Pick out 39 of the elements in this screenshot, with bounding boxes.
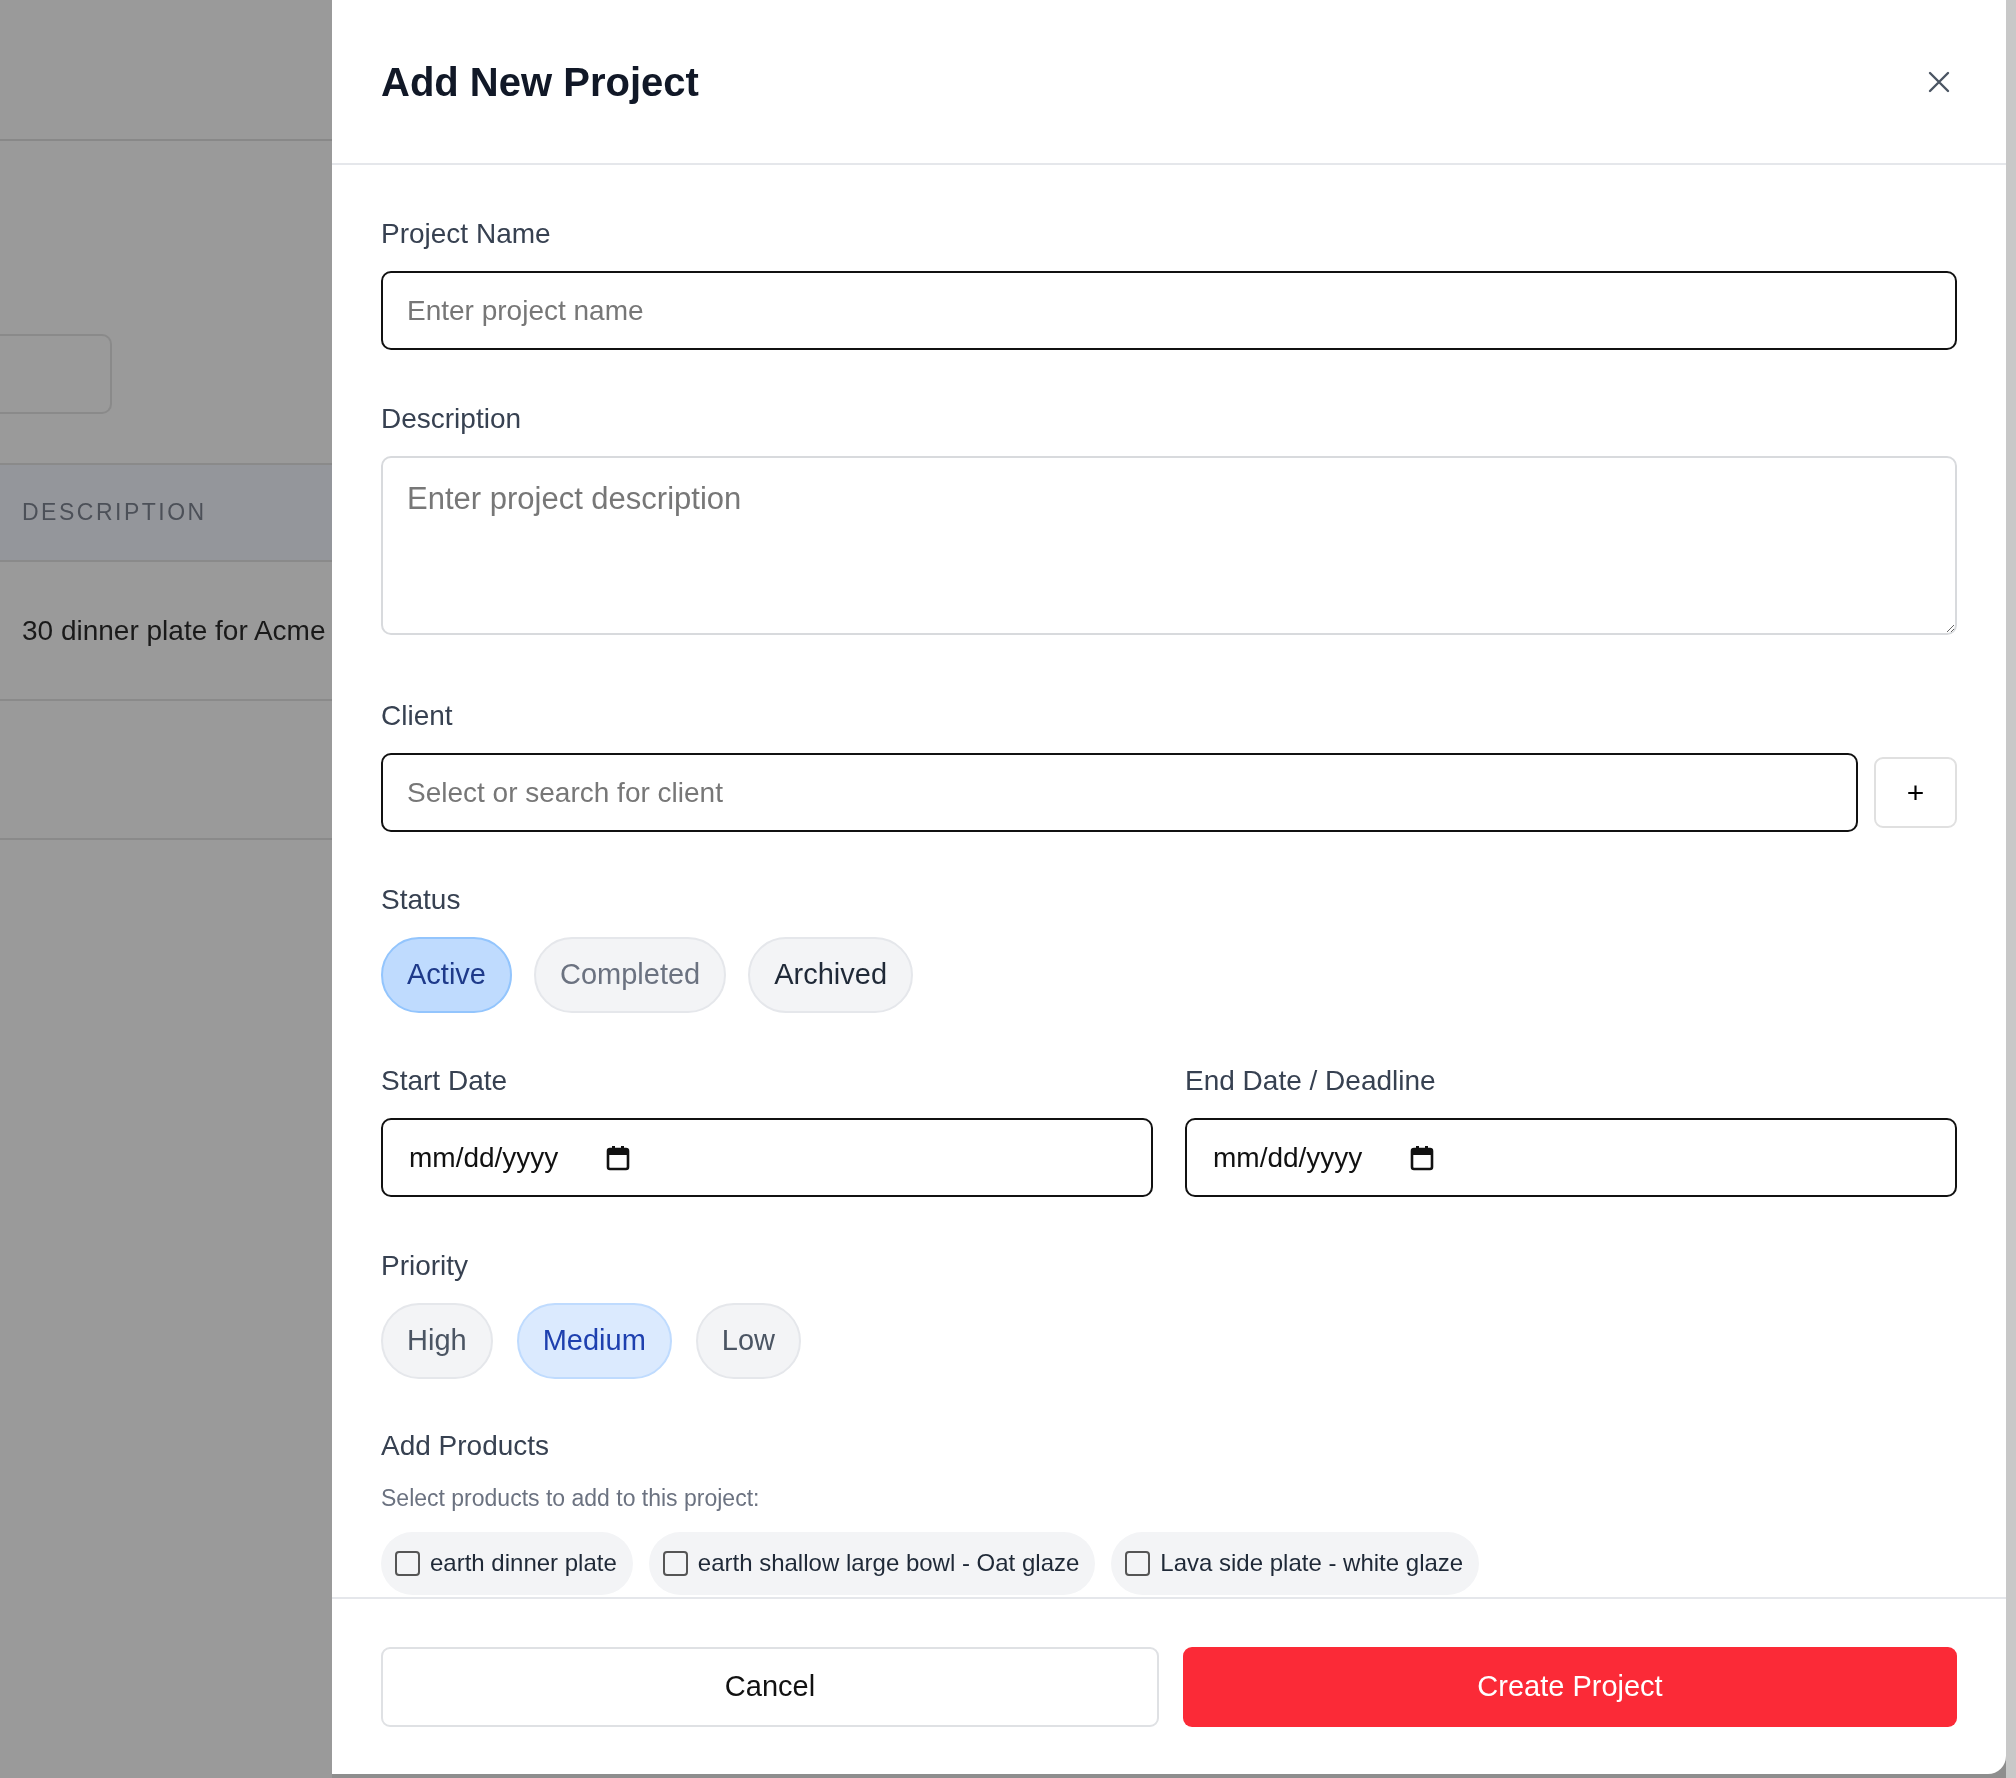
checkbox-label: Lava side plate - white glaze [1160,1548,1464,1578]
calendar-icon[interactable] [606,1144,631,1171]
create-project-button[interactable]: Create Project [1183,1647,1957,1727]
calendar-icon[interactable] [1410,1144,1435,1171]
date-placeholder: mm/dd/yyyy [1213,1140,1363,1175]
date-input[interactable]: mm/dd/yyyy [381,1118,1153,1197]
date-placeholder: mm/dd/yyyy [409,1140,559,1175]
checkbox[interactable] [662,1550,688,1576]
field-label: Description [381,402,523,436]
table-cell-text: 30 dinner plate for Acme [22,613,326,648]
close-icon [1928,70,1950,93]
checkbox-label: earth dinner plate [430,1548,617,1578]
field-label: End Date / Deadline [1185,1064,1437,1098]
priority-option[interactable]: Low [695,1303,801,1379]
add-client-button[interactable]: + [1874,757,1957,828]
textarea-input[interactable]: Enter project description [381,456,1957,635]
status-option[interactable]: Active [381,937,512,1013]
date-input[interactable]: mm/dd/yyyy [1185,1118,1957,1197]
client-search-field[interactable]: Select or search for client [381,753,1858,832]
field-label: Client [381,699,454,733]
field-label: Add Products [381,1429,551,1463]
priority-option[interactable]: Medium [516,1303,672,1379]
checkbox[interactable] [1125,1550,1151,1576]
status-option[interactable]: Archived [748,937,914,1013]
field-label: Project Name [381,217,552,251]
checkbox-label: earth shallow large bowl - Oat glaze [697,1548,1080,1578]
product-checkbox[interactable]: Lava side plate - white glaze [1111,1531,1480,1595]
modal-title: Add New Project [381,58,699,106]
field-label: Status [381,883,462,917]
text-input[interactable]: Enter project name [381,271,1957,350]
field-label: Start Date [381,1064,509,1098]
product-checkbox[interactable]: earth dinner plate [381,1531,633,1595]
helper-text: Select products to add to this project: [381,1484,761,1513]
product-checkbox[interactable]: earth shallow large bowl - Oat glaze [648,1531,1096,1595]
checkbox[interactable] [395,1550,420,1576]
column-header: DESCRIPTION [22,498,207,528]
priority-option[interactable]: High [381,1303,493,1379]
cancel-button[interactable]: Cancel [381,1647,1159,1727]
field-label: Priority [381,1249,470,1283]
